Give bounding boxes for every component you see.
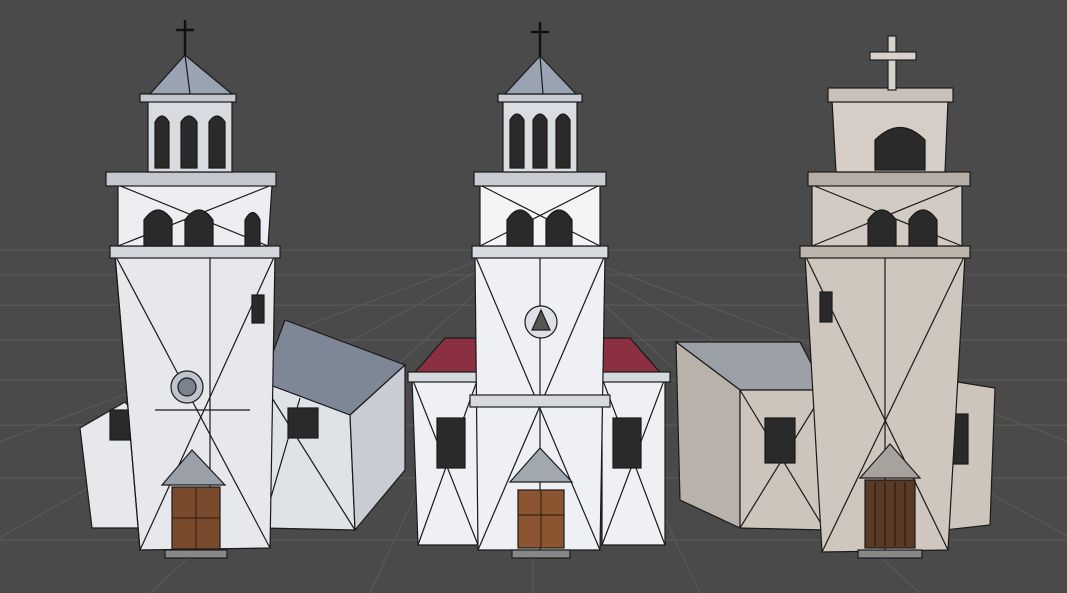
wing-window-middle-left xyxy=(436,417,466,469)
tower-cornice-left xyxy=(109,245,281,259)
door-right xyxy=(864,479,916,549)
balcony-middle xyxy=(473,171,607,187)
church-left[interactable] xyxy=(79,20,407,559)
arch-window-middle-2 xyxy=(545,209,573,247)
3d-viewport[interactable] xyxy=(0,0,1067,593)
cross-icon-left xyxy=(176,20,194,55)
tower-side-window-left xyxy=(251,294,265,324)
arch-window-right-1 xyxy=(867,209,897,247)
viewport-canvas[interactable] xyxy=(0,0,1067,593)
arch-window-left-3 xyxy=(244,211,261,247)
balcony-right xyxy=(807,171,971,187)
wing-window-middle-right xyxy=(612,417,642,469)
arch-window-middle-1 xyxy=(506,209,534,247)
arch-window-left-1 xyxy=(143,209,173,247)
nave-window-left xyxy=(287,407,319,439)
arch-window-left-2 xyxy=(184,209,214,247)
balcony-left xyxy=(105,171,277,187)
tower-side-window-right xyxy=(819,291,833,323)
nave-window-right xyxy=(764,417,796,464)
bell-opening-right xyxy=(874,126,926,171)
church-middle[interactable] xyxy=(407,22,671,559)
spire-left xyxy=(148,54,234,95)
cross-icon-right xyxy=(869,35,917,91)
arch-window-right-2 xyxy=(908,209,938,247)
cross-icon-middle xyxy=(531,22,549,56)
church-right[interactable] xyxy=(674,35,996,559)
